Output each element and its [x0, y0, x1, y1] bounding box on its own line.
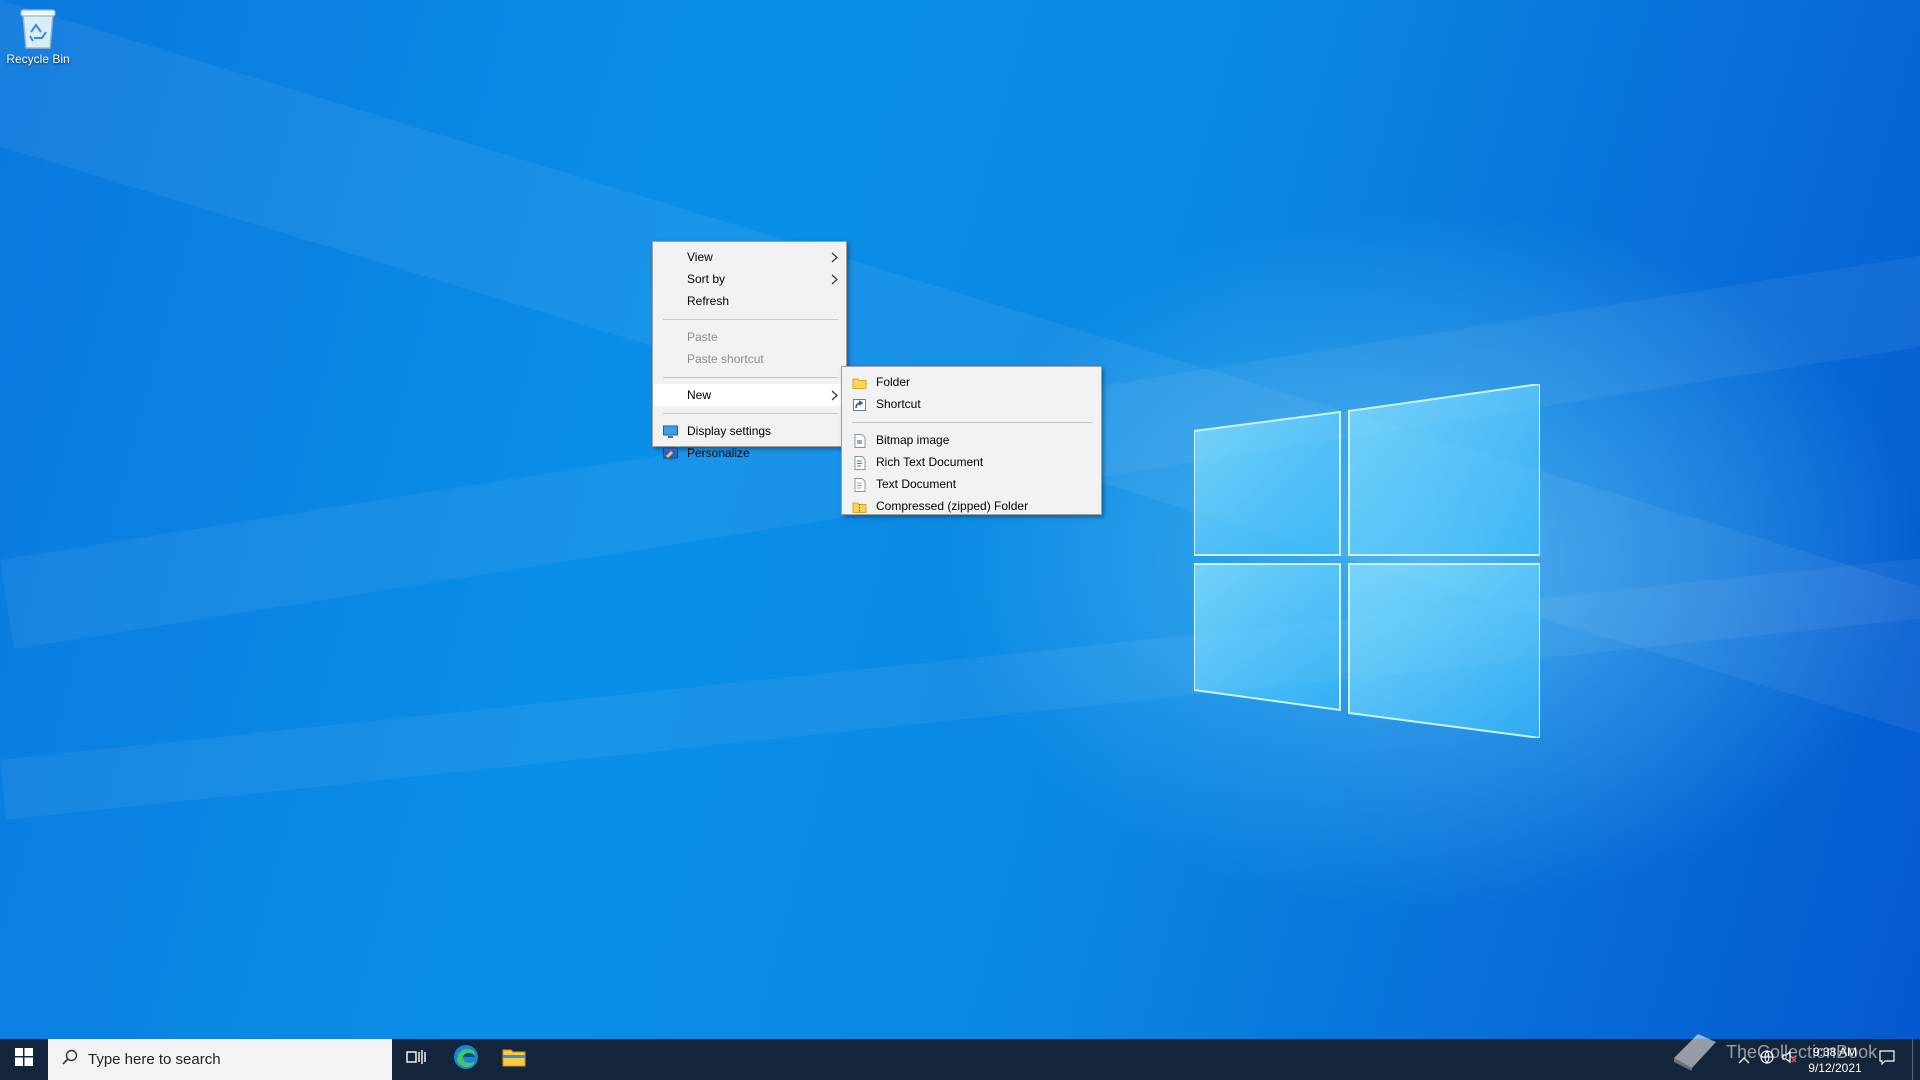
submenu-item-label: Text Document [876, 477, 957, 491]
menu-item-sort-by[interactable]: Sort by [653, 268, 846, 290]
bitmap-image-icon [852, 433, 867, 448]
start-button[interactable] [0, 1039, 48, 1080]
submenu-item-compressed-folder[interactable]: Compressed (zipped) Folder [842, 495, 1101, 517]
menu-item-paste[interactable]: Paste [653, 326, 846, 348]
search-icon [62, 1049, 78, 1070]
menu-item-label: Refresh [687, 294, 730, 308]
submenu-item-folder[interactable]: Folder [842, 371, 1101, 393]
file-explorer-icon [502, 1047, 526, 1072]
edge-button[interactable] [442, 1039, 490, 1080]
menu-item-personalize[interactable]: Personalize [653, 442, 846, 464]
windows-logo-wallpaper [1193, 382, 1541, 740]
submenu-item-label: Compressed (zipped) Folder [876, 499, 1029, 513]
file-explorer-button[interactable] [490, 1039, 538, 1080]
desktop-icon-recycle-bin[interactable]: Recycle Bin [4, 6, 72, 66]
desktop-icon-label: Recycle Bin [6, 52, 70, 66]
task-view-icon [406, 1048, 426, 1071]
personalize-icon [663, 446, 678, 461]
taskbar: Type here to search 9:38 AM 9/12/2021 [0, 1039, 1920, 1080]
menu-item-label: New [687, 388, 712, 402]
desktop-background[interactable]: Recycle Bin [0, 0, 1920, 1039]
new-submenu: Folder Shortcut Bitmap image Rich Text D… [841, 366, 1102, 515]
show-desktop-button[interactable] [1912, 1039, 1913, 1080]
menu-item-label: Display settings [687, 424, 772, 438]
rich-text-document-icon [852, 455, 867, 470]
menu-separator [852, 422, 1093, 423]
folder-icon [852, 375, 867, 389]
chevron-right-icon [831, 268, 838, 290]
search-placeholder: Type here to search [88, 1051, 221, 1068]
submenu-item-text-document[interactable]: Text Document [842, 473, 1101, 495]
watermark: TheCollectionBook [1670, 1028, 1877, 1077]
menu-separator [663, 319, 838, 320]
action-center-button[interactable] [1874, 1039, 1900, 1080]
windows-start-icon [15, 1048, 33, 1071]
menu-separator [663, 413, 838, 414]
text-document-icon [852, 477, 867, 492]
menu-item-label: View [687, 250, 713, 264]
submenu-item-label: Bitmap image [876, 433, 950, 447]
chevron-right-icon [831, 384, 838, 406]
menu-item-label: Personalize [687, 446, 750, 460]
submenu-item-label: Shortcut [876, 397, 921, 411]
menu-separator [663, 377, 838, 378]
watermark-text: TheCollectionBook [1726, 1042, 1878, 1062]
submenu-item-label: Rich Text Document [876, 455, 984, 469]
taskbar-search-box[interactable]: Type here to search [48, 1039, 392, 1080]
submenu-item-shortcut[interactable]: Shortcut [842, 393, 1101, 415]
menu-item-paste-shortcut[interactable]: Paste shortcut [653, 348, 846, 370]
menu-item-label: Paste shortcut [687, 352, 764, 366]
menu-item-refresh[interactable]: Refresh [653, 290, 846, 312]
notification-icon [1879, 1049, 1895, 1070]
book-icon [1670, 1028, 1720, 1077]
submenu-item-bitmap-image[interactable]: Bitmap image [842, 429, 1101, 451]
shortcut-icon [852, 397, 867, 411]
submenu-item-label: Folder [876, 375, 911, 389]
desktop-context-menu: View Sort by Refresh Paste Paste shortcu… [652, 241, 847, 461]
display-settings-icon [663, 424, 678, 438]
menu-item-label: Paste [687, 330, 718, 344]
menu-item-new[interactable]: New [653, 384, 846, 406]
recycle-bin-icon [17, 6, 59, 50]
edge-icon [453, 1044, 479, 1075]
zip-folder-icon [852, 499, 867, 513]
menu-item-display-settings[interactable]: Display settings [653, 420, 846, 442]
chevron-right-icon [831, 246, 838, 268]
task-view-button[interactable] [392, 1039, 440, 1080]
menu-item-label: Sort by [687, 272, 726, 286]
submenu-item-rich-text-document[interactable]: Rich Text Document [842, 451, 1101, 473]
menu-item-view[interactable]: View [653, 246, 846, 268]
